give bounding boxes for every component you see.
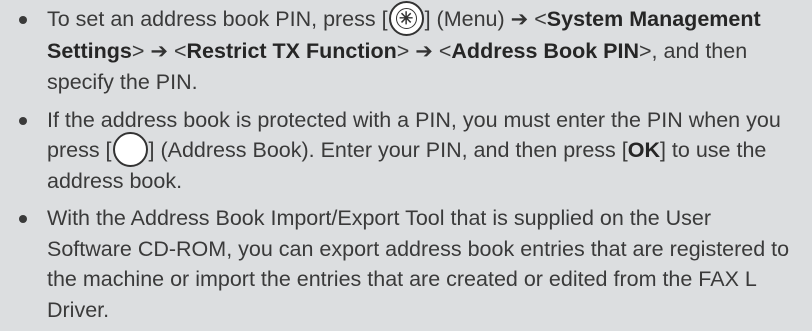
menu-path-address-book-pin: Address Book PIN [451, 38, 639, 63]
ok-key-label: OK [627, 138, 660, 162]
list-item-pin-protection: If the address book is protected with a … [14, 105, 798, 197]
bullet-icon [19, 215, 27, 223]
arrow-right-icon: ➔ [150, 39, 168, 63]
notes-list: To set an address book PIN, press [✳] (M… [14, 0, 798, 325]
list-item-import-export-tool: With the Address Book Import/Export Tool… [14, 203, 798, 325]
address-book-key-icon [112, 131, 148, 167]
notes-panel: To set an address book PIN, press [✳] (M… [0, 0, 812, 331]
list-item-address-book-pin: To set an address book PIN, press [✳] (M… [14, 0, 798, 98]
arrow-right-icon: ➔ [415, 39, 433, 63]
menu-path-restrict-tx: Restrict TX Function [186, 38, 397, 63]
arrow-right-icon: ➔ [510, 8, 529, 31]
bullet-icon [19, 16, 27, 24]
bullet-icon [19, 116, 27, 125]
menu-key-icon: ✳ [388, 0, 424, 36]
asterisk-glyph: ✳ [398, 8, 414, 28]
